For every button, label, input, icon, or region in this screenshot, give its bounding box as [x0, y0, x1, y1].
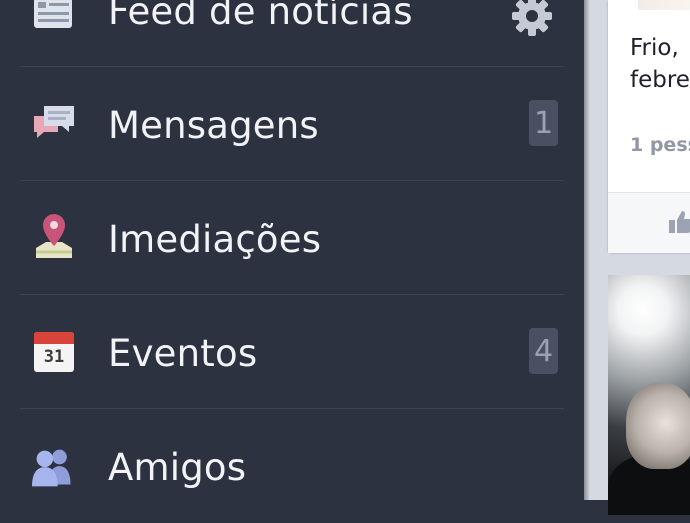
sidebar-item-label: Mensagens — [108, 104, 319, 147]
map-pin-icon — [32, 214, 76, 258]
chat-bubbles-icon — [32, 102, 76, 146]
photo-face-shape — [626, 383, 690, 469]
likes-count[interactable]: 1 pess — [630, 134, 690, 156]
sidebar-item-label: Amigos — [108, 446, 247, 489]
sidebar-item-label: Feed de notícias — [108, 0, 413, 33]
thumbs-up-icon[interactable] — [668, 209, 690, 235]
feed-post-card[interactable]: Frio, febre 1 pess — [608, 0, 690, 253]
panel-shadow — [584, 0, 590, 500]
sidebar-item-label: Eventos — [108, 332, 258, 375]
events-count-badge: 4 — [529, 328, 558, 374]
divider — [20, 294, 564, 295]
post-text-line: febre — [630, 67, 690, 93]
newspaper-icon — [32, 0, 76, 36]
news-feed-panel: Frio, febre 1 pess — [584, 0, 690, 515]
gear-icon[interactable] — [510, 0, 554, 38]
sidebar-item-nearby[interactable]: Imediações — [0, 182, 584, 295]
sidebar-item-messages[interactable]: Mensagens 1 — [0, 68, 584, 181]
calendar-icon: 31 — [32, 330, 76, 374]
post-photo[interactable] — [608, 275, 690, 515]
friends-icon — [32, 446, 76, 490]
divider — [20, 66, 564, 67]
post-image-edge — [638, 0, 690, 10]
post-text: Frio, febre — [630, 32, 690, 96]
calendar-day-label: 31 — [43, 347, 65, 367]
navigation-sidebar: Feed de notícias Mensagens 1 Imediações … — [0, 0, 584, 500]
sidebar-item-friends[interactable]: Amigos — [0, 410, 584, 523]
post-actions-bar — [608, 192, 690, 253]
sidebar-item-events[interactable]: 31 Eventos 4 — [0, 296, 584, 409]
post-text-line: Frio, — [630, 35, 679, 61]
divider — [20, 408, 564, 409]
sidebar-item-label: Imediações — [108, 218, 322, 261]
sidebar-item-news-feed[interactable]: Feed de notícias — [0, 0, 584, 67]
unread-count-badge: 1 — [529, 100, 558, 146]
divider — [20, 180, 564, 181]
